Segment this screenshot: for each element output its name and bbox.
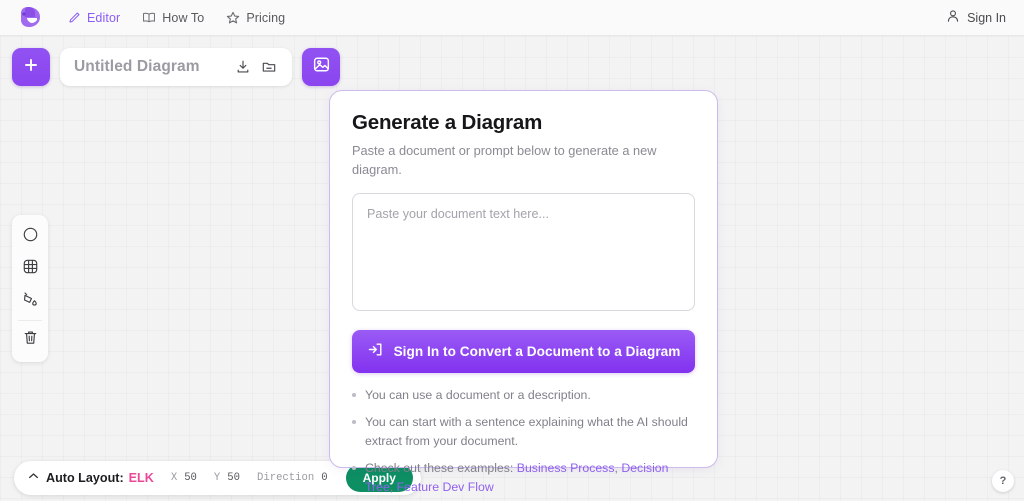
layout-field-direction-input[interactable]: 0 xyxy=(321,472,327,484)
sign-in-convert-label: Sign In to Convert a Document to a Diagr… xyxy=(393,343,681,359)
layout-field-direction-label: Direction xyxy=(257,472,315,484)
sign-in-button[interactable]: Sign In xyxy=(946,9,1006,26)
auto-layout-label: Auto Layout: xyxy=(46,471,124,485)
generate-diagram-modal: Generate a Diagram Paste a document or p… xyxy=(329,90,718,494)
add-diagram-button[interactable] xyxy=(12,48,50,86)
plus-icon xyxy=(23,57,39,78)
hint-item-examples: Check out these examples: Business Proce… xyxy=(352,459,695,496)
bullet-dot-icon xyxy=(352,420,356,425)
modal-subtitle: Paste a document or prompt below to gene… xyxy=(352,143,657,178)
app-logo-icon[interactable] xyxy=(14,5,46,31)
modal-title: Generate a Diagram xyxy=(352,111,543,134)
layout-field-x: X 50 xyxy=(171,472,197,484)
tool-delete[interactable] xyxy=(12,324,48,356)
nav-link-how-to-label: How To xyxy=(162,10,205,25)
circle-shape-icon xyxy=(22,226,39,248)
auto-layout-engine-value[interactable]: ELK xyxy=(129,471,154,485)
sign-in-convert-button[interactable]: Sign In to Convert a Document to a Diagr… xyxy=(352,329,695,373)
star-icon xyxy=(226,11,240,25)
book-icon xyxy=(142,11,156,24)
examples-sep-2: , xyxy=(389,479,397,494)
hint-text: You can start with a sentence explaining… xyxy=(365,415,688,448)
bullet-dot-icon xyxy=(352,392,356,397)
layout-field-x-input[interactable]: 50 xyxy=(184,472,197,484)
tool-grid-table[interactable] xyxy=(12,253,48,285)
diagram-title-input[interactable]: Untitled Diagram xyxy=(74,58,230,76)
export-image-button[interactable] xyxy=(302,48,340,86)
help-button[interactable]: ? xyxy=(992,470,1014,492)
layout-field-direction: Direction 0 xyxy=(257,472,328,484)
example-link-business-process[interactable]: Business Process xyxy=(517,461,615,475)
rail-divider xyxy=(18,320,42,321)
nav-link-pricing-label: Pricing xyxy=(246,10,286,25)
grid-table-icon xyxy=(22,258,39,280)
tool-paint-bucket[interactable] xyxy=(12,285,48,317)
layout-field-y-label: Y xyxy=(213,472,221,484)
layout-field-x-label: X xyxy=(170,472,178,484)
user-icon xyxy=(946,9,960,26)
tool-rail xyxy=(12,215,48,362)
image-icon xyxy=(312,55,331,79)
sign-in-icon xyxy=(367,341,384,361)
trash-icon xyxy=(22,329,39,351)
paint-bucket-icon xyxy=(22,290,39,312)
nav-links: Editor How To Pricing xyxy=(68,11,285,25)
app-root: Editor How To Pricing Sign In Untitled D… xyxy=(0,0,1024,501)
folder-open-icon[interactable] xyxy=(256,54,282,80)
hints-list: You can use a document or a description.… xyxy=(352,386,695,496)
examples-line: Check out these examples: Business Proce… xyxy=(365,459,695,496)
chevron-up-icon[interactable] xyxy=(28,471,39,483)
bullet-dot-icon xyxy=(352,466,356,471)
top-navigation-bar: Editor How To Pricing Sign In xyxy=(0,0,1024,36)
layout-field-y: Y 50 xyxy=(214,472,240,484)
layout-field-y-input[interactable]: 50 xyxy=(227,472,240,484)
diagram-toolbar: Untitled Diagram xyxy=(12,48,340,86)
nav-link-editor-label: Editor xyxy=(87,10,121,25)
sign-in-label: Sign In xyxy=(967,10,1006,25)
hint-text: You can use a document or a description. xyxy=(365,387,591,402)
document-text-input[interactable] xyxy=(352,192,695,311)
hint-item: You can start with a sentence explaining… xyxy=(352,413,695,450)
tool-circle-shape[interactable] xyxy=(12,221,48,253)
hint-item: You can use a document or a description. xyxy=(352,386,695,404)
pencil-icon xyxy=(68,11,81,24)
examples-prefix: Check out these examples: xyxy=(365,461,514,476)
nav-link-how-to[interactable]: How To xyxy=(142,11,204,25)
nav-link-editor[interactable]: Editor xyxy=(68,11,120,25)
example-link-feature-dev-flow[interactable]: Feature Dev Flow xyxy=(397,480,494,494)
diagram-title-bar: Untitled Diagram xyxy=(60,48,292,86)
download-icon[interactable] xyxy=(230,54,256,80)
nav-link-pricing[interactable]: Pricing xyxy=(226,11,285,25)
